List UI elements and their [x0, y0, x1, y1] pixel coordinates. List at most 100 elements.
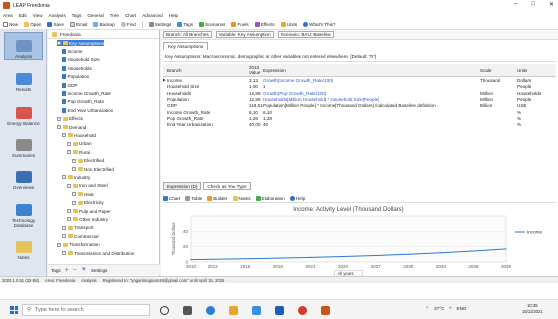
- settings-button[interactable]: Settings: [148, 22, 171, 27]
- table-row[interactable]: Income 3,13 Growth(Income Growth_Rate/100)…: [163, 78, 556, 84]
- cortana-icon[interactable]: [160, 306, 169, 315]
- branches-dropdown[interactable]: Branch: All Branches: [163, 31, 212, 38]
- expand-toggle-icon[interactable]: −: [67, 209, 71, 213]
- tree-item[interactable]: − Transport: [62, 225, 94, 231]
- menu-help[interactable]: Help: [169, 13, 178, 18]
- expand-toggle-icon[interactable]: −: [67, 183, 71, 188]
- clock[interactable]: 10:35 15/11/2021: [522, 303, 543, 315]
- tree-item[interactable]: − Industry: [62, 174, 90, 180]
- tab-check-as-you-type[interactable]: Check as You Type: [203, 182, 251, 190]
- tree-item[interactable]: − Commercial: [62, 233, 99, 239]
- tree-root-label[interactable]: Freedonia: [60, 32, 81, 37]
- elaboration-tab[interactable]: Elaboration: [255, 195, 285, 201]
- tree-item[interactable]: − Rural: [67, 149, 90, 155]
- store-icon[interactable]: [252, 306, 261, 315]
- table-tab[interactable]: Table: [185, 195, 202, 201]
- tree-item[interactable]: GDP: [62, 82, 77, 88]
- tree-item[interactable]: − Demand: [57, 124, 86, 130]
- tree-item[interactable]: Population: [62, 74, 89, 80]
- variable-dropdown[interactable]: Variable: Key Assumption: [215, 31, 274, 38]
- task-view-icon[interactable]: [183, 306, 192, 315]
- tree-item[interactable]: − Transmission and Distribution: [62, 250, 134, 256]
- nav-overviews[interactable]: Overviews: [4, 162, 43, 190]
- menu-view[interactable]: View: [33, 13, 43, 18]
- menu-advanced[interactable]: Advanced: [142, 13, 162, 18]
- table-row[interactable]: Households 12,88 Growth(Pop Growth_Rate/10…: [163, 91, 556, 97]
- tag-filter-icon[interactable]: ▼: [81, 267, 87, 273]
- tree-item[interactable]: End Year Urbanization: [62, 107, 113, 113]
- scenarios-button[interactable]: Scenarios: [199, 22, 225, 27]
- tree-item[interactable]: Household Size: [62, 57, 100, 63]
- help-tab[interactable]: Help: [289, 195, 305, 201]
- table-row[interactable]: Household Size 1,00 1 People: [163, 84, 556, 90]
- tree-item[interactable]: Income Growth_Rate: [62, 90, 111, 96]
- tree-item[interactable]: − Key Assumptions: [57, 40, 105, 46]
- nav-notes[interactable]: Notes: [4, 232, 43, 260]
- scenario-dropdown[interactable]: Scenario: BAU: Baseline: [277, 31, 334, 38]
- add-tag-icon[interactable]: +: [65, 267, 69, 274]
- units-button[interactable]: Units: [280, 22, 297, 27]
- file-explorer-icon[interactable]: [229, 306, 238, 315]
- tab-key-assumptions[interactable]: Key Assumptions: [163, 42, 209, 50]
- tree-item[interactable]: Pop Growth_Rate: [62, 99, 104, 105]
- minimize-button[interactable]: –: [514, 1, 517, 8]
- tree-item[interactable]: − Urban: [67, 141, 92, 147]
- open-button[interactable]: Open: [24, 22, 41, 27]
- nav-summaries[interactable]: Summaries: [4, 130, 43, 158]
- tray-chevron-icon[interactable]: ^: [449, 306, 451, 311]
- chrome-icon[interactable]: [298, 306, 307, 315]
- tree-item[interactable]: − Other Industry: [67, 216, 108, 222]
- leap-taskbar-icon[interactable]: [321, 306, 330, 315]
- taskbar-search[interactable]: ⚲ Type here to search: [22, 304, 150, 316]
- maximize-button[interactable]: □: [531, 1, 535, 8]
- notes-tab[interactable]: Notes: [232, 195, 251, 201]
- whats-this-button[interactable]: What's This?: [303, 22, 335, 27]
- menu-general[interactable]: General: [87, 13, 103, 18]
- table-row[interactable]: End Year Urbanization 40,00 40%: [163, 122, 556, 128]
- expand-toggle-icon[interactable]: −: [72, 158, 76, 163]
- tree-item[interactable]: − Household: [62, 132, 96, 138]
- menu-tags[interactable]: Tags: [72, 13, 82, 18]
- tree-item[interactable]: − Iron and Steel: [67, 183, 108, 189]
- expand-toggle-icon[interactable]: −: [72, 192, 76, 197]
- tab-expression[interactable]: Expression (D): [163, 182, 202, 190]
- backup-button[interactable]: Backup: [93, 22, 115, 27]
- edge-icon[interactable]: [206, 306, 215, 315]
- expand-toggle-icon[interactable]: −: [67, 141, 71, 146]
- menu-tree[interactable]: Tree: [110, 13, 119, 18]
- tree-item[interactable]: − Electricity: [72, 200, 104, 206]
- expand-toggle-icon[interactable]: −: [57, 41, 61, 45]
- table-row[interactable]: Population 12,88 Households[Million Househ…: [163, 97, 556, 103]
- expand-toggle-icon[interactable]: −: [62, 234, 66, 239]
- expand-toggle-icon[interactable]: −: [62, 225, 66, 230]
- tree-item[interactable]: − Non Electrified: [72, 166, 114, 172]
- table-row[interactable]: Pop Growth_Rate 1,28 1,28%: [163, 116, 556, 122]
- nav-results[interactable]: Results: [4, 64, 43, 92]
- tree-item[interactable]: − Electrified: [72, 158, 104, 164]
- settings-button[interactable]: Settings: [91, 268, 108, 273]
- builder-tab[interactable]: Builder: [207, 195, 228, 201]
- expand-toggle-icon[interactable]: −: [62, 251, 66, 255]
- expand-toggle-icon[interactable]: −: [72, 200, 76, 205]
- expand-toggle-icon[interactable]: −: [67, 217, 71, 222]
- email-button[interactable]: Email: [69, 22, 87, 27]
- nav-analysis[interactable]: Analysis: [4, 32, 43, 60]
- expand-toggle-icon[interactable]: −: [67, 150, 71, 155]
- expand-toggle-icon[interactable]: −: [57, 125, 61, 129]
- start-button[interactable]: [10, 306, 18, 314]
- fuels-button[interactable]: Fuels: [231, 22, 249, 27]
- expand-toggle-icon[interactable]: −: [62, 175, 66, 180]
- language-indicator[interactable]: ENG: [457, 306, 467, 311]
- expand-toggle-icon[interactable]: −: [62, 133, 66, 138]
- tree-item[interactable]: Households: [62, 65, 92, 71]
- save-button[interactable]: Save: [47, 22, 64, 27]
- effects-button[interactable]: Effects: [254, 22, 275, 27]
- table-row[interactable]: Income Growth_Rate 6,10 6,10%: [163, 110, 556, 116]
- expand-toggle-icon[interactable]: −: [57, 116, 61, 121]
- mail-icon[interactable]: [275, 306, 284, 315]
- chart-tab[interactable]: Chart: [163, 195, 180, 201]
- menu-chart[interactable]: Chart: [125, 13, 136, 18]
- nav-technology-database[interactable]: Technology Database: [4, 194, 43, 228]
- tree-item[interactable]: − Effects: [57, 116, 83, 122]
- tree-item[interactable]: − Heat: [72, 191, 94, 197]
